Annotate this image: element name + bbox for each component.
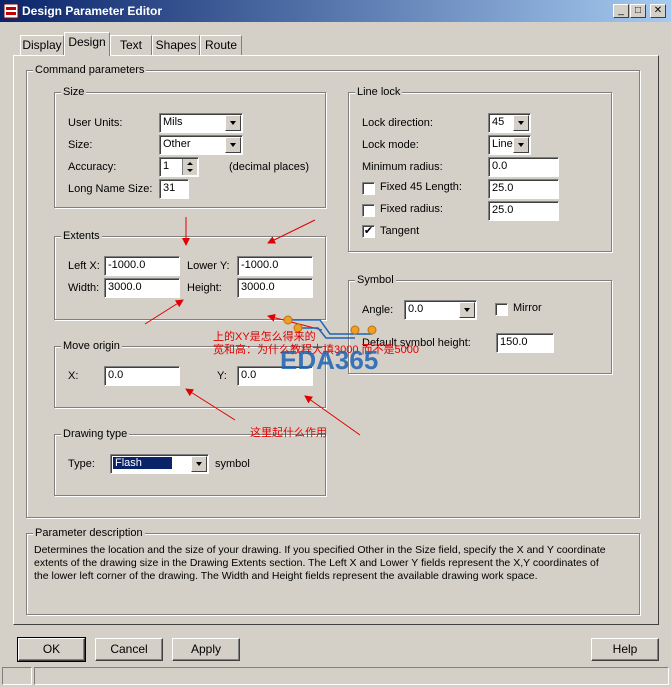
annotation-note-2: 这里起什么作用 [250,427,327,439]
tab-design[interactable]: Design [64,32,110,56]
arrow-to-origin-x [185,388,236,421]
watermark-logo: EDA365 [280,345,379,375]
arrow-to-lower-y [267,219,316,244]
arrow-to-height [144,299,184,325]
